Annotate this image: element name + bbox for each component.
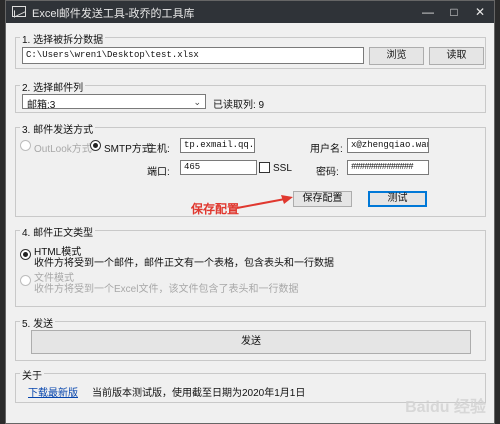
body-type-group-title: 4. 邮件正文类型 [20, 224, 96, 239]
username-input[interactable]: x@zhengqiao.wang [347, 138, 429, 153]
smtp-radio[interactable] [90, 140, 101, 151]
version-info: 当前版本测试版，使用截至日期为2020年1月1日 [92, 388, 306, 399]
window-title: Excel邮件发送工具-政乔的工具库 [32, 8, 195, 20]
browse-button[interactable]: 浏览 [369, 47, 424, 65]
port-label: 端口: [147, 167, 170, 178]
file-path-input[interactable]: C:\Users\wren1\Desktop\test.xlsx [22, 47, 364, 64]
html-mode-desc: 收件方将受到一个邮件，邮件正文有一个表格，包含表头和一行数据 [34, 258, 334, 269]
column-group-title: 2. 选择邮件列 [20, 79, 86, 94]
file-mode-radio[interactable] [20, 275, 31, 286]
html-mode-radio[interactable] [20, 249, 31, 260]
send-group-title: 5. 发送 [20, 315, 56, 330]
baidu-watermark: Baidu 经验 [405, 399, 486, 416]
mail-icon [12, 6, 26, 17]
email-column-select[interactable]: 邮箱:3 ⌄ [22, 94, 206, 111]
download-latest-link[interactable]: 下载最新版 [28, 384, 78, 399]
ssl-checkbox[interactable] [259, 162, 270, 173]
source-group-title: 1. 选择被拆分数据 [20, 31, 106, 46]
send-method-group-title: 3. 邮件发送方式 [20, 121, 96, 136]
chevron-down-icon: ⌄ [193, 97, 201, 107]
password-label: 密码: [316, 167, 339, 178]
about-group-title: 关于 [20, 367, 44, 382]
host-label: 主机: [147, 144, 170, 155]
outlook-radio[interactable] [20, 140, 31, 151]
smtp-label: SMTP方式 [104, 144, 152, 155]
minimize-icon[interactable]: — [414, 1, 442, 23]
title-bar: Excel邮件发送工具-政乔的工具库 — □ ✕ [6, 1, 494, 23]
maximize-icon[interactable]: □ [440, 1, 468, 23]
file-mode-desc: 收件方将受到一个Excel文件，该文件包含了表头和一行数据 [34, 284, 299, 295]
read-columns-info: 已读取列: 9 [213, 100, 265, 111]
save-config-button[interactable]: 保存配置 [293, 191, 352, 207]
outlook-label: OutLook方式 [34, 144, 92, 155]
email-column-value: 邮箱:3 [27, 100, 56, 111]
close-icon[interactable]: ✕ [466, 1, 494, 23]
arrow-icon [236, 195, 293, 209]
app-window: Excel邮件发送工具-政乔的工具库 — □ ✕ 1. 选择被拆分数据 C:\U… [5, 0, 495, 424]
test-button[interactable]: 测试 [368, 191, 427, 207]
save-config-annotation: 保存配置 [191, 202, 240, 216]
send-button[interactable]: 发送 [31, 330, 471, 354]
read-button[interactable]: 读取 [429, 47, 484, 65]
ssl-label: SSL [273, 163, 292, 174]
username-label: 用户名: [310, 144, 343, 155]
password-input[interactable]: ############## [347, 160, 429, 175]
host-input[interactable]: tp.exmail.qq.com [180, 138, 255, 153]
port-input[interactable]: 465 [180, 160, 257, 175]
